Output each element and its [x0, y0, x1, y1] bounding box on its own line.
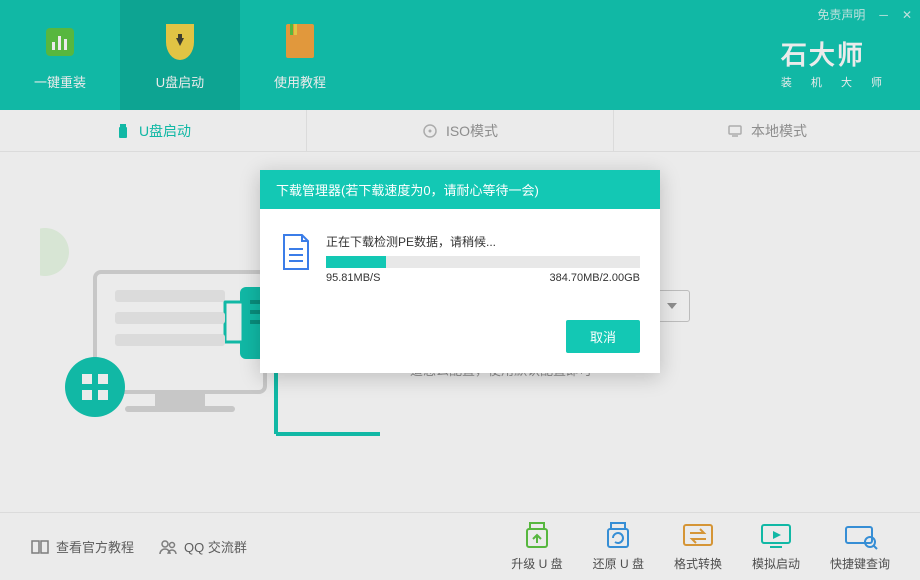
progress-bar — [326, 256, 640, 268]
modal-overlay: 下载管理器(若下载速度为0，请耐心等待一会) 正在下载检测PE数据，请稍候...… — [0, 0, 920, 580]
progress-status: 正在下载检测PE数据，请稍候... — [326, 233, 640, 250]
modal-title: 下载管理器(若下载速度为0，请耐心等待一会) — [260, 170, 660, 209]
download-progress: 384.70MB/2.00GB — [549, 272, 640, 284]
download-speed: 95.81MB/S — [326, 272, 380, 284]
cancel-button[interactable]: 取消 — [566, 320, 640, 353]
document-icon — [280, 233, 312, 276]
progress-fill — [326, 256, 386, 268]
download-modal: 下载管理器(若下载速度为0，请耐心等待一会) 正在下载检测PE数据，请稍候...… — [260, 170, 660, 373]
